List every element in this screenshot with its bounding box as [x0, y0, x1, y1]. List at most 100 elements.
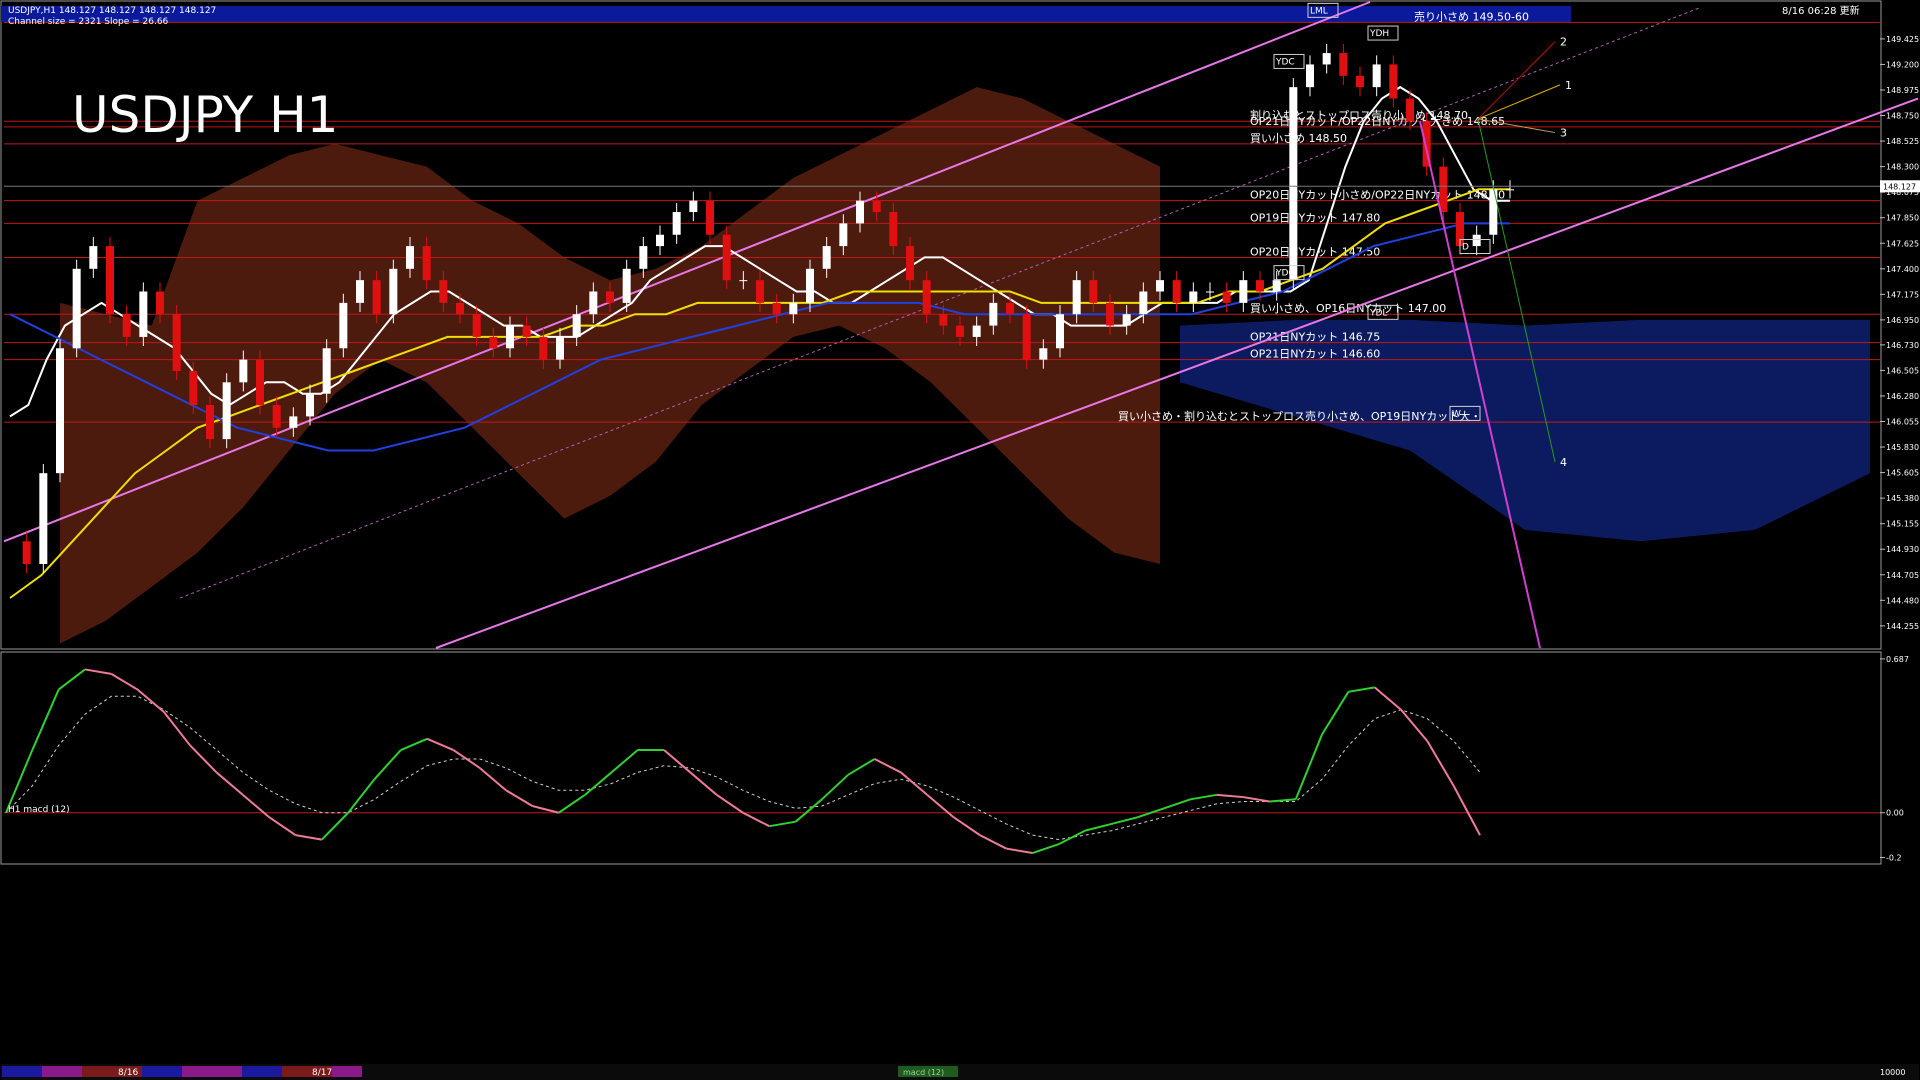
y-axis-tick-label: 148.300	[1886, 163, 1919, 172]
box-label: YDL	[1369, 308, 1387, 318]
candle-body	[822, 246, 831, 269]
y-axis-tick-label: 147.850	[1886, 214, 1919, 223]
candle-body	[556, 336, 564, 360]
candle-body	[839, 223, 848, 247]
candle-body	[672, 212, 681, 235]
y-axis-tick-label: 144.255	[1886, 622, 1919, 631]
y-axis-tick-label: 144.930	[1886, 545, 1919, 554]
macd-segment	[847, 758, 876, 776]
candle-body	[856, 200, 864, 224]
level-label: 売り小さめ 149.50-60	[1414, 10, 1529, 23]
candle-body	[356, 280, 364, 303]
y-axis-tick-label: 146.505	[1886, 366, 1919, 375]
candle-body	[389, 268, 398, 315]
footer-seg	[142, 1066, 182, 1077]
macd-segment	[558, 793, 586, 814]
indicator-title: H1 macd (12)	[8, 805, 70, 815]
candle-body	[206, 405, 214, 440]
macd-segment	[505, 789, 533, 807]
candle-body	[1222, 291, 1231, 303]
candle-body	[1206, 291, 1214, 293]
macd-segment	[1426, 740, 1455, 787]
candle-body	[506, 325, 514, 349]
candle-body	[589, 291, 598, 315]
macd-segment	[1348, 686, 1375, 693]
candle-body	[1039, 348, 1048, 360]
candle-body	[1122, 314, 1131, 326]
footer-seg	[2, 1066, 42, 1077]
candle-body	[756, 280, 764, 303]
box-label: YDO	[1275, 269, 1296, 279]
candle-body	[1406, 98, 1414, 122]
footer-seg	[42, 1066, 82, 1077]
level-label: 買い小さめ、OP16日NYカット 147.00	[1250, 302, 1446, 315]
macd-segment	[321, 812, 349, 841]
macd-segment	[58, 668, 86, 691]
macd-segment	[84, 668, 112, 675]
y-axis-tick-label: 148.975	[1886, 86, 1919, 95]
macd-segment	[215, 771, 244, 796]
candle-body	[1372, 64, 1381, 88]
candle-body	[439, 280, 448, 303]
candle-body	[322, 348, 331, 394]
level-label: OP20日NYカット小さめ/OP22日NYカット 148.00	[1250, 189, 1505, 202]
macd-segment	[1032, 843, 1060, 854]
candle-body	[789, 302, 798, 315]
chart-header-line2: Channel size = 2321 Slope = 26.66	[8, 17, 169, 27]
candle-body	[572, 314, 581, 337]
macd-segment	[689, 771, 718, 796]
candle-body	[872, 200, 881, 213]
macd-segment	[1216, 793, 1244, 799]
candle-body	[1272, 280, 1281, 292]
candle-body	[889, 212, 898, 247]
update-timestamp: 8/16 06:28 更新	[1782, 4, 1860, 17]
candle-body	[1172, 280, 1181, 303]
candle-body	[222, 382, 231, 440]
macd-segment	[584, 771, 613, 796]
candle-body	[806, 268, 814, 303]
macd-segment	[953, 816, 981, 836]
macd-axis-tick-label: -0.2	[1886, 854, 1902, 863]
box-label: W	[1452, 409, 1461, 419]
macd-segment	[874, 758, 902, 774]
macd-segment	[1374, 686, 1402, 711]
indicator-panel-frame	[0, 651, 1882, 865]
footer-date-2: 8/17	[312, 1068, 332, 1078]
candle-body	[1506, 189, 1514, 191]
chart-window: 売り小さめ 149.50-60 割り込むとストップロス売り小さめ 148.70 OP…	[0, 0, 1920, 1080]
macd-segment	[1269, 798, 1296, 803]
box-label: LML	[1310, 6, 1328, 16]
y-axis-tick-label: 145.380	[1886, 494, 1919, 503]
macd-segment	[479, 767, 507, 792]
y-axis-tick-label: 147.400	[1886, 265, 1919, 274]
macd-segment	[1242, 796, 1270, 803]
macd-segment	[1190, 793, 1217, 801]
candle-body	[172, 314, 181, 371]
candle-body	[1156, 280, 1164, 292]
scenario-line	[1477, 84, 1561, 120]
macd-segment	[31, 689, 60, 751]
candle-body	[1322, 53, 1331, 65]
macd-segment	[242, 794, 270, 818]
macd-segment	[610, 749, 639, 774]
footer-seg	[242, 1066, 282, 1077]
box-label: YDH	[1369, 29, 1389, 39]
candle-body	[1489, 189, 1498, 235]
candle-body	[606, 291, 614, 303]
chart-big-title: USDJPY H1	[72, 86, 338, 144]
candle-body	[406, 246, 414, 269]
macd-signal-line	[5, 695, 1481, 841]
candle-body	[39, 473, 48, 564]
candle-body	[239, 359, 248, 383]
y-axis-tick-label: 148.750	[1886, 112, 1919, 121]
candle-body	[1389, 64, 1398, 99]
candle-body	[1022, 314, 1031, 360]
macd-segment	[532, 805, 559, 814]
macd-segment	[1321, 691, 1350, 735]
macd-tab-label[interactable]: macd (12)	[903, 1068, 944, 1077]
candle-body	[1439, 166, 1448, 213]
top-level-band	[1, 6, 1571, 22]
candle-body	[622, 268, 631, 303]
candle-body	[139, 291, 148, 337]
candle-body	[1006, 302, 1014, 315]
